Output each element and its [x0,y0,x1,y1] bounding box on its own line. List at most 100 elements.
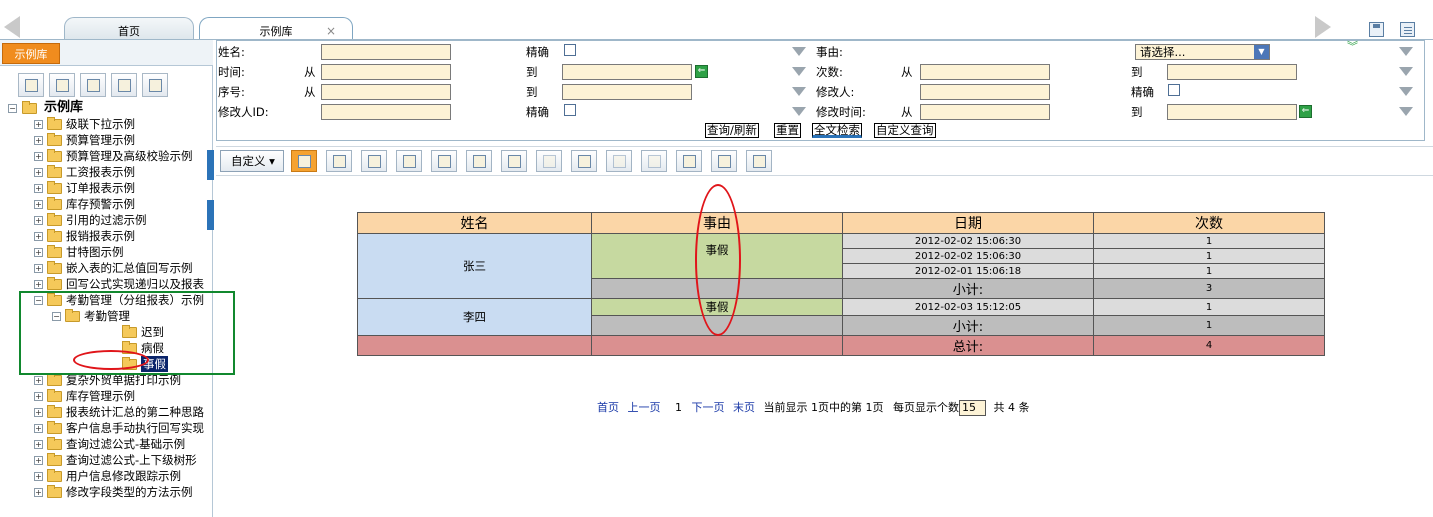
edit-button[interactable] [361,150,387,172]
seq-to-input[interactable] [562,84,692,100]
tree-item-label: 修改字段类型的方法示例 [66,485,193,499]
filter-icon[interactable] [792,107,806,116]
export-button[interactable] [746,150,772,172]
filter-icon[interactable] [1399,47,1413,56]
date-cell: 2012-02-02 15:06:30 [842,233,1094,249]
tree-item-label: 预算管理及高级校验示例 [66,149,193,163]
filter-icon[interactable] [792,87,806,96]
run-button[interactable] [676,150,702,172]
query-refresh-button[interactable]: 查询/刷新 [705,123,759,138]
forward-arrow-icon[interactable] [1315,16,1331,38]
custom-query-button[interactable]: 自定义查询 [874,123,936,138]
tree-item-label: 报销报表示例 [66,229,135,243]
step-button[interactable] [711,150,737,172]
expand-icon[interactable]: + [34,280,43,289]
collapse-left-handle[interactable] [207,150,214,180]
modify-time-from-label: 从 [901,105,913,119]
folder-icon [47,149,62,162]
filter-icon[interactable] [1399,87,1413,96]
collapse-right-handle[interactable] [207,200,214,230]
expand-icon[interactable]: + [34,408,43,417]
date-picker-icon[interactable]: ⇐ [1299,105,1312,118]
back-arrow-icon[interactable] [4,16,20,38]
expand-icon[interactable]: + [34,456,43,465]
expand-icon[interactable]: + [34,136,43,145]
modifier-id-exact-checkbox[interactable] [564,104,576,116]
date-picker-icon[interactable]: ⇐ [695,65,708,78]
name-input[interactable] [321,44,451,60]
name-exact-checkbox[interactable] [564,44,576,56]
expand-icon[interactable]: + [34,264,43,273]
time-from-input[interactable] [321,64,451,80]
sidebar-delete-button[interactable] [80,73,106,97]
sidebar-edit-button[interactable] [49,73,75,97]
tree-item-label: 预算管理示例 [66,133,135,147]
current-page[interactable]: 1 [675,401,682,414]
clear-filter-button[interactable] [536,150,562,172]
modify-time-from-input[interactable] [920,104,1050,120]
count-to-input[interactable] [1167,64,1297,80]
sidebar-export-button[interactable] [111,73,137,97]
sidebar-tab[interactable]: 示例库 [2,43,60,64]
folder-icon [47,469,62,482]
tab-library[interactable]: 示例库 × [199,17,353,40]
expand-icon[interactable]: + [34,488,43,497]
expand-icon[interactable]: + [34,232,43,241]
expand-icon[interactable]: + [34,392,43,401]
modifier-id-input[interactable] [321,104,451,120]
sidebar-header: 示例库 [0,40,213,66]
sidebar: 示例库 − 示例库 + 级联下拉示例 + 预算管理示例 + 预算管理及高级校验示例 + 工资报… [0,40,214,517]
expand-icon[interactable]: + [34,168,43,177]
image-button[interactable] [641,150,667,172]
count-from-input[interactable] [920,64,1050,80]
filter-icon[interactable] [792,47,806,56]
report-view-button[interactable] [291,150,317,172]
prev-page-link[interactable]: 上一页 [628,401,661,414]
filter-button[interactable] [571,150,597,172]
filter-icon[interactable] [792,67,806,76]
seq-from-input[interactable] [321,84,451,100]
reason-select[interactable]: 请选择... ▼ [1135,44,1270,60]
expand-icon[interactable]: + [34,120,43,129]
modifier-exact-checkbox[interactable] [1168,84,1180,96]
expand-icon[interactable]: + [34,200,43,209]
refresh-button[interactable] [466,150,492,172]
expand-icon[interactable]: + [34,424,43,433]
first-page-link[interactable]: 首页 [597,401,619,414]
next-page-link[interactable]: 下一页 [692,401,725,414]
modify-time-to-input[interactable] [1167,104,1297,120]
list-icon[interactable] [1400,22,1415,37]
modifier-input[interactable] [920,84,1050,100]
per-page-input[interactable]: 15 [959,400,986,416]
delete-button[interactable] [501,150,527,172]
expand-icon[interactable]: + [34,248,43,257]
calculator-button[interactable] [431,150,457,172]
reset-button[interactable]: 重置 [774,123,801,138]
last-page-link[interactable]: 末页 [733,401,755,414]
date-cell: 2012-02-02 15:06:30 [842,248,1094,264]
print-button[interactable] [326,150,352,172]
folder-icon [47,261,62,274]
fulltext-search-button[interactable]: 全文检索 [812,123,862,138]
tree-item-label: 级联下拉示例 [66,117,135,131]
expand-icon[interactable]: + [34,152,43,161]
save-icon[interactable] [1369,22,1384,37]
expand-icon[interactable]: + [34,472,43,481]
expand-icon[interactable]: + [34,376,43,385]
custom-dropdown[interactable]: 自定义 ▾ [220,150,284,172]
modify-button[interactable] [396,150,422,172]
time-to-label: 到 [526,65,538,79]
collapse-icon[interactable]: − [8,104,17,113]
expand-icon[interactable]: + [34,184,43,193]
chart-button[interactable] [606,150,632,172]
expand-icon[interactable]: + [34,216,43,225]
expand-icon[interactable]: + [34,440,43,449]
filter-icon[interactable] [1399,67,1413,76]
sidebar-report-button[interactable] [18,73,44,97]
time-to-input[interactable] [562,64,692,80]
tab-home[interactable]: 首页 [64,17,194,40]
folder-icon [47,197,62,210]
sidebar-run-button[interactable] [142,73,168,97]
expand-double-chevron-icon[interactable]: ︾ [1347,41,1358,52]
filter-icon[interactable] [1399,107,1413,116]
